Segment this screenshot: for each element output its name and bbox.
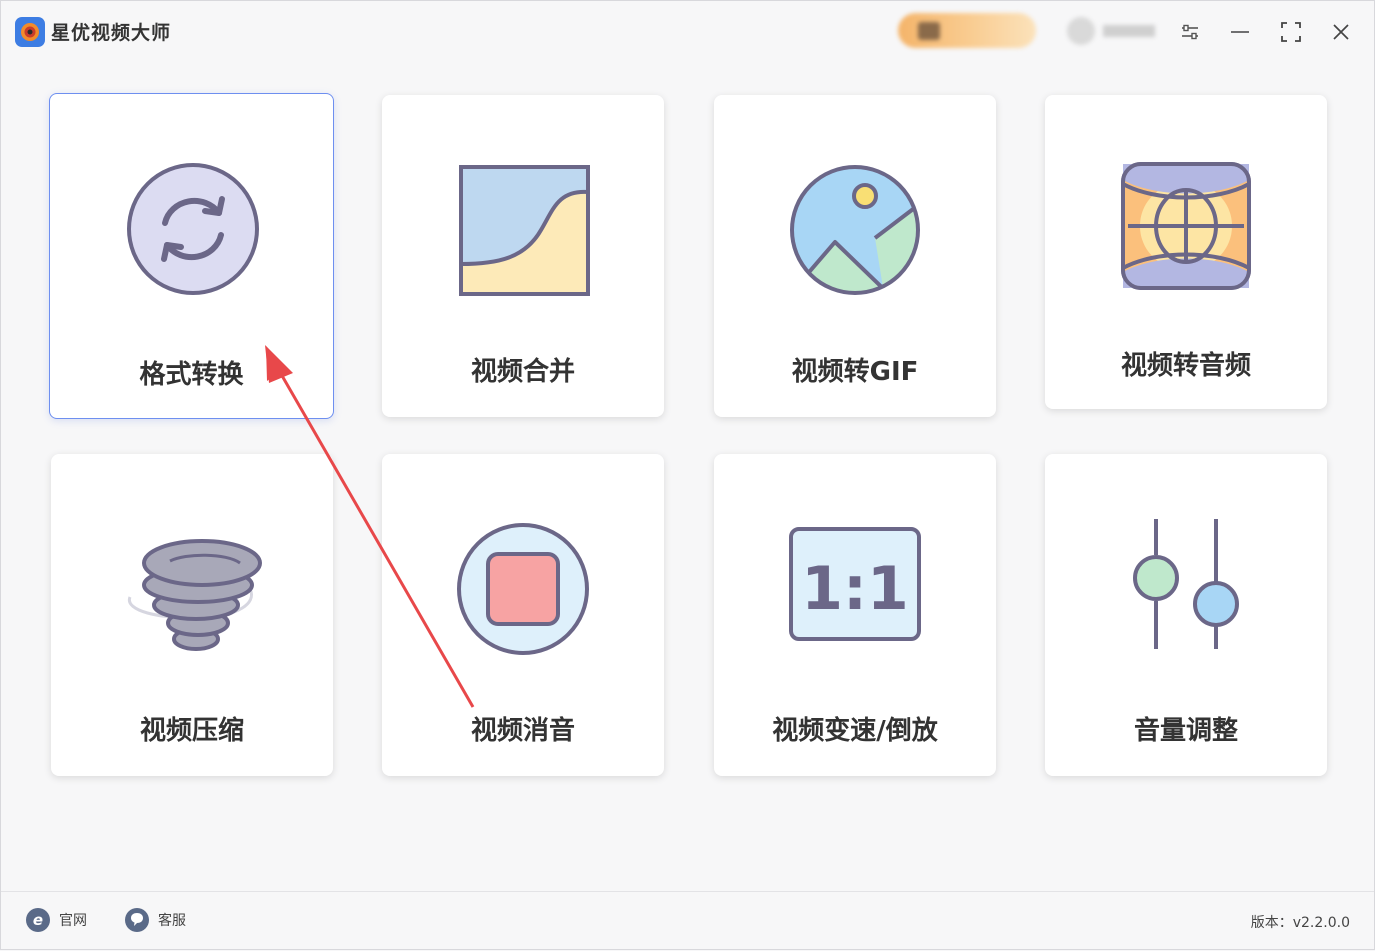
settings-button[interactable] [1173, 15, 1207, 49]
website-label: 官网 [59, 913, 87, 929]
tool-label: 视频转GIF [791, 357, 919, 387]
tool-label: 音量调整 [1133, 716, 1238, 746]
app-window: 星优视频大师 格式转换 视频合并 视频转GIF 视频转音频 视频压缩 视频消音 … [0, 0, 1375, 950]
tool-card-video-to-gif[interactable]: 视频转GIF [714, 95, 996, 417]
close-button[interactable] [1324, 15, 1358, 49]
maximize-button[interactable] [1274, 15, 1308, 49]
vip-badge[interactable] [898, 13, 1036, 48]
sliders-icon [1133, 519, 1239, 649]
tool-label: 视频转音频 [1120, 351, 1251, 381]
stop-icon [457, 523, 589, 655]
maximize-icon [1281, 22, 1301, 42]
app-logo-icon [15, 17, 45, 47]
tool-card-video-speed[interactable]: 1:1 视频变速/倒放 [714, 454, 996, 776]
tool-card-format-convert[interactable]: 格式转换 [49, 93, 334, 419]
ratio-icon: 1:1 [789, 527, 921, 641]
support-label: 客服 [158, 913, 186, 929]
tool-label: 格式转换 [139, 360, 244, 390]
version-label: 版本：v2.2.0.0 [1250, 915, 1350, 931]
minimize-button[interactable] [1223, 15, 1257, 49]
chat-bubble-icon [125, 908, 149, 932]
tool-label: 视频变速/倒放 [772, 716, 938, 746]
website-link[interactable]: e 官网 [25, 907, 87, 933]
avatar [1067, 17, 1095, 45]
title-bar: 星优视频大师 [1, 1, 1374, 63]
ratio-text: 1:1 [801, 554, 909, 624]
support-link[interactable]: 客服 [124, 907, 186, 933]
close-icon [1333, 24, 1349, 40]
minimize-icon [1231, 31, 1249, 33]
tornado-icon [127, 539, 262, 651]
tool-label: 视频合并 [470, 357, 575, 387]
tool-card-video-to-audio[interactable]: 视频转音频 [1045, 95, 1327, 409]
user-account[interactable] [1065, 17, 1157, 45]
globe-audio-icon [1121, 162, 1251, 290]
merge-icon [459, 165, 590, 296]
footer-bar: e 官网 客服 版本：v2.2.0.0 [1, 891, 1374, 951]
tool-card-video-compress[interactable]: 视频压缩 [51, 454, 333, 776]
tool-label: 视频压缩 [139, 716, 244, 746]
app-title: 星优视频大师 [51, 22, 172, 44]
tool-label: 视频消音 [470, 716, 575, 746]
refresh-icon [127, 163, 259, 295]
settings-sliders-icon [1182, 24, 1198, 40]
tool-card-volume-adjust[interactable]: 音量调整 [1045, 454, 1327, 776]
tool-card-video-mute[interactable]: 视频消音 [382, 454, 664, 776]
image-icon [790, 165, 920, 295]
browser-e-icon: e [26, 908, 50, 932]
tool-card-video-merge[interactable]: 视频合并 [382, 95, 664, 417]
svg-text:e: e [33, 911, 43, 929]
